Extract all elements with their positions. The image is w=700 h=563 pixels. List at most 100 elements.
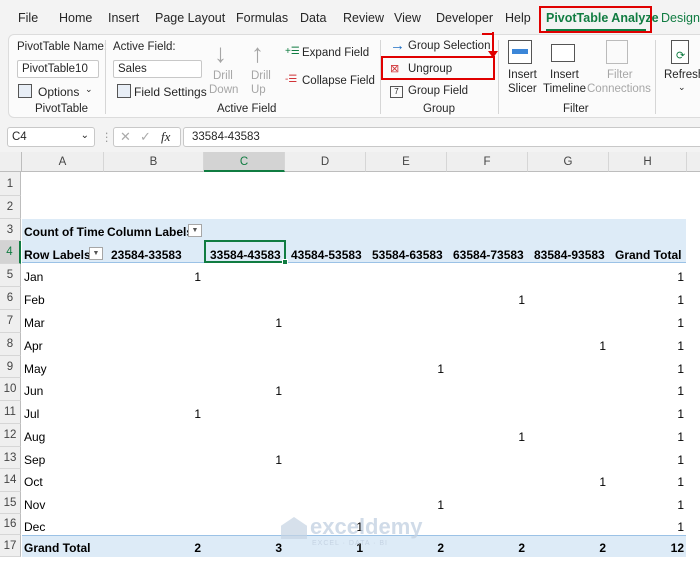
grand-total-cell[interactable]: 2 xyxy=(505,541,525,555)
column-header-a[interactable]: A xyxy=(22,152,104,172)
row-label[interactable]: Dec xyxy=(24,520,45,534)
column-header-value[interactable]: 83584-93583 xyxy=(534,248,605,262)
column-header-i[interactable] xyxy=(687,152,700,172)
tab-file[interactable]: File xyxy=(18,11,38,25)
row-label[interactable]: Jan xyxy=(24,270,43,284)
options-chevron-icon[interactable]: ⌄ xyxy=(85,84,93,95)
grand-total-cell[interactable]: 12 xyxy=(664,541,684,555)
row-header-13[interactable]: 13 xyxy=(0,447,21,469)
pivot-cell[interactable]: 1 xyxy=(664,520,684,534)
column-labels-filter-button[interactable]: ▼ xyxy=(188,224,202,237)
pivot-cell[interactable]: 1 xyxy=(664,339,684,353)
row-header-1[interactable]: 1 xyxy=(0,172,21,196)
pivot-cell[interactable]: 1 xyxy=(181,407,201,421)
row-header-9[interactable]: 9 xyxy=(0,356,21,378)
grand-total-cell[interactable]: 2 xyxy=(424,541,444,555)
select-all-corner[interactable] xyxy=(0,152,22,172)
row-label[interactable]: Jun xyxy=(24,384,43,398)
column-header-g[interactable]: G xyxy=(528,152,609,172)
pivot-cell[interactable]: 1 xyxy=(505,293,525,307)
column-header-value[interactable]: 53584-63583 xyxy=(372,248,443,262)
insert-slicer-label-2[interactable]: Slicer xyxy=(508,83,537,95)
pivot-cell[interactable]: 1 xyxy=(664,270,684,284)
grand-total-cell[interactable]: 2 xyxy=(181,541,201,555)
collapse-field-button[interactable]: Collapse Field xyxy=(302,75,375,87)
refresh-button[interactable]: Refresh xyxy=(664,69,700,81)
row-header-4[interactable]: 4 xyxy=(0,241,21,264)
fill-handle[interactable] xyxy=(282,259,288,265)
row-label[interactable]: Nov xyxy=(24,498,45,512)
cancel-icon[interactable]: ✕ xyxy=(120,129,131,145)
pivot-cell[interactable]: 1 xyxy=(262,316,282,330)
tab-insert[interactable]: Insert xyxy=(108,11,139,25)
worksheet-grid[interactable] xyxy=(0,152,700,563)
row-header-7[interactable]: 7 xyxy=(0,310,21,333)
name-box[interactable]: C4 ⌄ xyxy=(7,127,95,147)
insert-function-icon[interactable]: fx xyxy=(161,129,170,145)
row-label[interactable]: Jul xyxy=(24,407,39,421)
row-header-5[interactable]: 5 xyxy=(0,264,21,287)
pivot-cell[interactable]: 1 xyxy=(664,453,684,467)
formula-input[interactable]: 33584-43583 xyxy=(183,127,700,147)
row-label[interactable]: May xyxy=(24,362,47,376)
column-header-value[interactable]: 23584-33583 xyxy=(111,248,182,262)
pivot-cell[interactable]: 1 xyxy=(424,362,444,376)
insert-timeline-label-2[interactable]: Timeline xyxy=(543,83,586,95)
pivot-cell[interactable]: 1 xyxy=(664,407,684,421)
row-header-12[interactable]: 12 xyxy=(0,424,21,447)
row-header-6[interactable]: 6 xyxy=(0,287,21,310)
column-header-c[interactable]: C xyxy=(204,152,285,172)
row-header-10[interactable]: 10 xyxy=(0,378,21,401)
pivot-cell[interactable]: 1 xyxy=(664,293,684,307)
row-header-14[interactable]: 14 xyxy=(0,469,21,492)
name-box-chevron-icon[interactable]: ⌄ xyxy=(81,130,89,141)
row-header-8[interactable]: 8 xyxy=(0,333,21,356)
pivot-cell[interactable]: 1 xyxy=(262,384,282,398)
pivot-cell[interactable]: 1 xyxy=(181,270,201,284)
grand-total-label[interactable]: Grand Total xyxy=(24,541,90,555)
grand-total-cell[interactable]: 2 xyxy=(586,541,606,555)
tab-home[interactable]: Home xyxy=(59,11,92,25)
tab-review[interactable]: Review xyxy=(343,11,384,25)
row-header-15[interactable]: 15 xyxy=(0,492,21,514)
tab-formulas[interactable]: Formulas xyxy=(236,11,288,25)
enter-icon[interactable]: ✓ xyxy=(140,129,151,145)
tab-page-layout[interactable]: Page Layout xyxy=(155,11,225,25)
pivot-cell[interactable]: 1 xyxy=(586,475,606,489)
row-label[interactable]: Oct xyxy=(24,475,43,489)
expand-field-button[interactable]: Expand Field xyxy=(302,47,369,59)
row-label[interactable]: Mar xyxy=(24,316,45,330)
tab-view[interactable]: View xyxy=(394,11,421,25)
row-header-2[interactable]: 2 xyxy=(0,196,21,219)
row-header-11[interactable]: 11 xyxy=(0,401,21,424)
group-selection-button[interactable]: Group Selection xyxy=(408,40,490,52)
tab-developer[interactable]: Developer xyxy=(436,11,493,25)
pivottable-name-input[interactable]: PivotTable10 xyxy=(17,60,99,78)
row-labels-filter-button[interactable]: ▼ xyxy=(89,247,103,260)
row-label[interactable]: Apr xyxy=(24,339,43,353)
column-header-value[interactable]: 63584-73583 xyxy=(453,248,524,262)
pivot-cell[interactable]: 1 xyxy=(664,430,684,444)
row-header-17[interactable]: 17 xyxy=(0,535,21,557)
insert-slicer-label-1[interactable]: Insert xyxy=(508,69,537,81)
column-header-value[interactable]: 43584-53583 xyxy=(291,248,362,262)
pivot-cell[interactable]: 1 xyxy=(664,384,684,398)
column-header-d[interactable]: D xyxy=(285,152,366,172)
row-label[interactable]: Feb xyxy=(24,293,45,307)
options-button[interactable]: Options xyxy=(38,85,79,99)
grand-total-cell[interactable]: 3 xyxy=(262,541,282,555)
column-header-e[interactable]: E xyxy=(366,152,447,172)
pivot-cell[interactable]: 1 xyxy=(424,498,444,512)
active-cell-c4[interactable] xyxy=(204,240,286,263)
column-header-value[interactable]: Grand Total xyxy=(615,248,681,262)
column-header-b[interactable]: B xyxy=(104,152,204,172)
row-header-16[interactable]: 16 xyxy=(0,514,21,535)
pivot-cell[interactable]: 1 xyxy=(586,339,606,353)
column-header-f[interactable]: F xyxy=(447,152,528,172)
pivot-cell[interactable]: 1 xyxy=(505,430,525,444)
active-field-input[interactable]: Sales xyxy=(113,60,202,78)
refresh-chevron-icon[interactable]: ⌄ xyxy=(678,82,686,93)
group-field-button[interactable]: Group Field xyxy=(408,85,468,97)
row-header-3[interactable]: 3 xyxy=(0,219,21,241)
tab-design[interactable]: Design xyxy=(661,11,700,25)
